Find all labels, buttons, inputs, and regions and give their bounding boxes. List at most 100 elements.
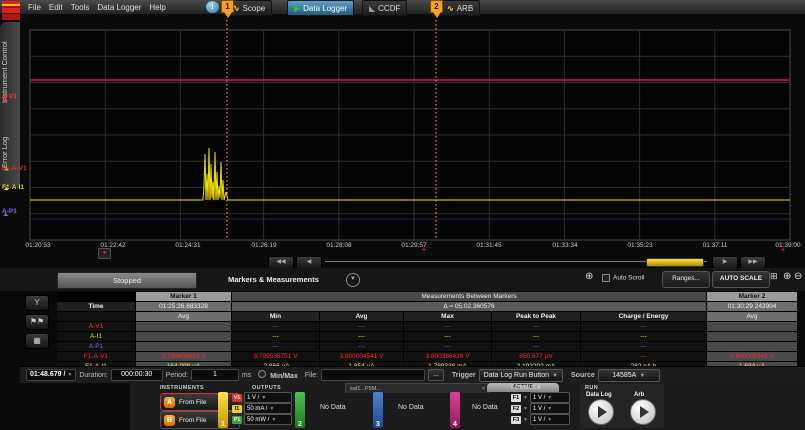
row-name: A-P1 [57, 342, 135, 351]
i1-scale-select[interactable]: 50 mA /▼ [244, 403, 292, 414]
app-window: File Edit Tools Data Logger Help i ∿ Sco… [0, 0, 805, 430]
outputs-section-label: OUTPUTS [252, 385, 281, 391]
output1-settings: V1 1 V /▼ I1 50 mA /▼ P1 50 mW /▼ [232, 392, 292, 425]
channel-label-f1-a-v1[interactable]: F1-A-V1 ➤ [2, 165, 27, 179]
trigger-value: Data Log Run Button [484, 372, 549, 379]
elapsed-time-dropdown[interactable]: 01:48.679 / ▼ [26, 369, 76, 381]
time-label: Time [57, 302, 135, 311]
f1-scale-select[interactable]: 1 V /▼ [530, 392, 570, 403]
v1-scale-value: 1 V / [247, 395, 259, 401]
row-name: F1-A-V1 [57, 352, 135, 361]
col-charge-energy[interactable]: Charge / Energy [581, 312, 706, 321]
duration-field[interactable]: 000:00:30 [111, 369, 163, 381]
auto-scale-button[interactable]: AUTO SCALE [712, 271, 770, 288]
minmax-checkbox[interactable]: Min/Max [258, 370, 298, 380]
f3-scale-select[interactable]: 1 V /▼ [530, 414, 570, 425]
menu-edit[interactable]: Edit [45, 3, 67, 12]
chevron-down-icon[interactable]: ▼ [523, 417, 528, 423]
zoom-region-icon[interactable]: ⊞ [770, 271, 778, 282]
browse-button[interactable]: ... [428, 369, 444, 381]
output2-no-data: No Data [320, 404, 346, 411]
split-view-icon[interactable]: Y [25, 295, 49, 311]
minmax-label: Min/Max [270, 373, 298, 380]
col-max[interactable]: Max [404, 312, 491, 321]
f2-scale-select[interactable]: 1 V /▼ [530, 403, 570, 414]
formula-rows: F1 ▼ 1 V /▼ F2 ▼ 1 V /▼ F3 ▼ 1 V /▼ [511, 392, 570, 425]
output4-bar[interactable]: 4 [450, 392, 460, 428]
f2-scale-value: 1 V / [533, 406, 545, 412]
marker1-avg-header: Avg [136, 312, 231, 321]
channel-label-a-v1[interactable]: A-V1 ➤ [2, 93, 17, 107]
marker2-flag[interactable]: 2 [430, 0, 443, 13]
chevron-down-icon[interactable]: ▼ [523, 406, 528, 412]
instrument-b-label: From File [179, 417, 206, 424]
file-tab-title: sat1...P5M... [350, 386, 381, 392]
channel-label-a-p1[interactable]: A-P1 ➤ [2, 208, 17, 222]
cell-min: 3.799535751 V [232, 352, 319, 361]
add-marker-icon[interactable]: ⊕ [585, 271, 593, 282]
collapse-panel-icon[interactable]: ▼ [346, 273, 360, 287]
ranges-button[interactable]: Ranges... [662, 271, 710, 288]
menu-file[interactable]: File [24, 3, 45, 12]
waveform-chart[interactable] [0, 14, 805, 258]
cell-avg: --- [320, 322, 403, 331]
cell-min: --- [232, 332, 319, 341]
cell-charge: --- [581, 342, 706, 351]
markers-pair-icon[interactable]: ⚑⚑ [25, 314, 49, 330]
col-peak-to-peak[interactable]: Peak to Peak [492, 312, 580, 321]
instrument-a-button[interactable]: A From File [160, 393, 240, 411]
source-dropdown[interactable]: 14585A▼ [598, 369, 660, 382]
zoom-in-icon[interactable]: ⊕ [783, 271, 791, 282]
elapsed-time: 01:48.679 / [30, 371, 65, 378]
menu-help[interactable]: Help [145, 3, 169, 12]
output2-bar[interactable]: 2 [295, 392, 305, 428]
period-unit: ms [242, 372, 251, 379]
arb-run-button[interactable] [630, 399, 656, 425]
trigger-dropdown[interactable]: Data Log Run Button▼ [479, 369, 563, 382]
output1-power-row: P1 50 mW /▼ [232, 414, 292, 425]
auto-scroll-checkbox[interactable]: Auto Scroll [602, 274, 644, 282]
f3-badge: F3 [511, 416, 521, 424]
marker1-header[interactable]: Marker 1 [136, 292, 231, 301]
instrument-b-button[interactable]: B From File [160, 411, 240, 429]
cell-charge: --- [581, 322, 706, 331]
col-avg[interactable]: Avg [320, 312, 403, 321]
marker1-flag[interactable]: 1 [221, 0, 234, 13]
menu-data-logger[interactable]: Data Logger [93, 3, 145, 12]
cell-avg: --- [320, 342, 403, 351]
table-columns-icon[interactable]: ▦ [25, 333, 49, 349]
v1-scale-select[interactable]: 1 V /▼ [244, 392, 292, 403]
arb-run-label: Arb [634, 392, 644, 398]
output3-no-data: No Data [398, 404, 424, 411]
cell-m2-avg [707, 332, 797, 341]
cell-charge: --- [581, 332, 706, 341]
scrollbar-thumb[interactable] [646, 258, 704, 267]
cell-avg: --- [320, 332, 403, 341]
output3-bar[interactable]: 3 [373, 392, 383, 428]
f2-badge: F2 [511, 405, 521, 413]
menu-tools[interactable]: Tools [67, 3, 94, 12]
file-label: File: [305, 372, 318, 379]
col-min[interactable]: Min [232, 312, 319, 321]
spacer [57, 312, 135, 321]
datalog-run-button[interactable] [588, 399, 614, 425]
formula-f1-row: F1 ▼ 1 V /▼ [511, 392, 570, 403]
info-icon[interactable]: i [206, 1, 219, 13]
close-icon[interactable]: × [482, 386, 485, 392]
output1-bar[interactable]: 1 [218, 392, 228, 428]
cell-m2-avg [707, 322, 797, 331]
p1-scale-select[interactable]: 50 mW /▼ [244, 414, 292, 425]
file-field[interactable] [321, 369, 425, 381]
table-tool-strip: Y ⚑⚑ ▦ [25, 295, 49, 352]
time-tick: 01:24:31 [175, 242, 200, 249]
zoom-out-icon[interactable]: ⊖ [794, 271, 802, 282]
channel-label-f1-a-i1[interactable]: F1-A-I1 ➤ [2, 184, 24, 198]
chevron-down-icon[interactable]: ▼ [523, 395, 528, 401]
datalog-run-label: Data Log [586, 392, 612, 398]
tab-data-logger-label: Data Logger [303, 4, 347, 13]
marker2-header[interactable]: Marker 2 [707, 292, 797, 301]
formula-f3-row: F3 ▼ 1 V /▼ [511, 414, 570, 425]
period-field[interactable]: 1 [191, 369, 239, 381]
datalog-file-tab[interactable]: sat1...P5M... × [345, 383, 490, 393]
record-indicator-icon: ● [98, 248, 111, 259]
